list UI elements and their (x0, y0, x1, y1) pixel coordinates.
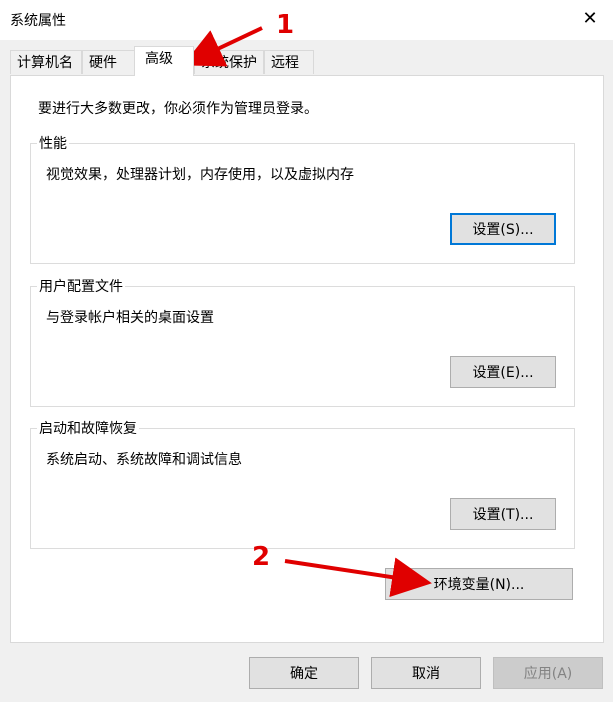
annotation-number-1: 1 (276, 10, 295, 40)
admin-notice: 要进行大多数更改，你必须作为管理员登录。 (38, 101, 318, 117)
window-title: 系统属性 (10, 13, 66, 29)
startup-recovery-group-title: 启动和故障恢复 (37, 418, 139, 438)
tab-advanced[interactable]: 高级 (134, 46, 194, 76)
startup-recovery-settings-button[interactable]: 设置(T)... (450, 498, 556, 530)
performance-description: 视觉效果，处理器计划，内存使用，以及虚拟内存 (46, 167, 354, 183)
startup-recovery-group: 启动和故障恢复 系统启动、系统故障和调试信息 (30, 418, 575, 549)
performance-group-title: 性能 (37, 133, 69, 153)
performance-settings-button[interactable]: 设置(S)... (450, 213, 556, 245)
apply-button[interactable]: 应用(A) (493, 657, 603, 689)
performance-group: 性能 视觉效果，处理器计划，内存使用，以及虚拟内存 (30, 133, 575, 264)
title-bar: 系统属性 ✕ (0, 0, 613, 40)
user-profiles-description: 与登录帐户相关的桌面设置 (46, 310, 214, 326)
user-profiles-settings-button[interactable]: 设置(E)... (450, 356, 556, 388)
environment-variables-button[interactable]: 环境变量(N)... (385, 568, 573, 600)
ok-button[interactable]: 确定 (249, 657, 359, 689)
tab-system-protection[interactable]: 系统保护 (194, 50, 264, 74)
user-profiles-group-title: 用户配置文件 (37, 276, 125, 296)
close-icon: ✕ (582, 7, 598, 29)
close-button[interactable]: ✕ (567, 0, 613, 36)
tab-computer-name[interactable]: 计算机名 (10, 50, 82, 74)
tab-hardware[interactable]: 硬件 (82, 50, 136, 74)
cancel-button[interactable]: 取消 (371, 657, 481, 689)
startup-recovery-description: 系统启动、系统故障和调试信息 (46, 452, 242, 468)
annotation-number-2: 2 (252, 542, 271, 572)
tab-remote[interactable]: 远程 (264, 50, 314, 74)
user-profiles-group: 用户配置文件 与登录帐户相关的桌面设置 (30, 276, 575, 407)
